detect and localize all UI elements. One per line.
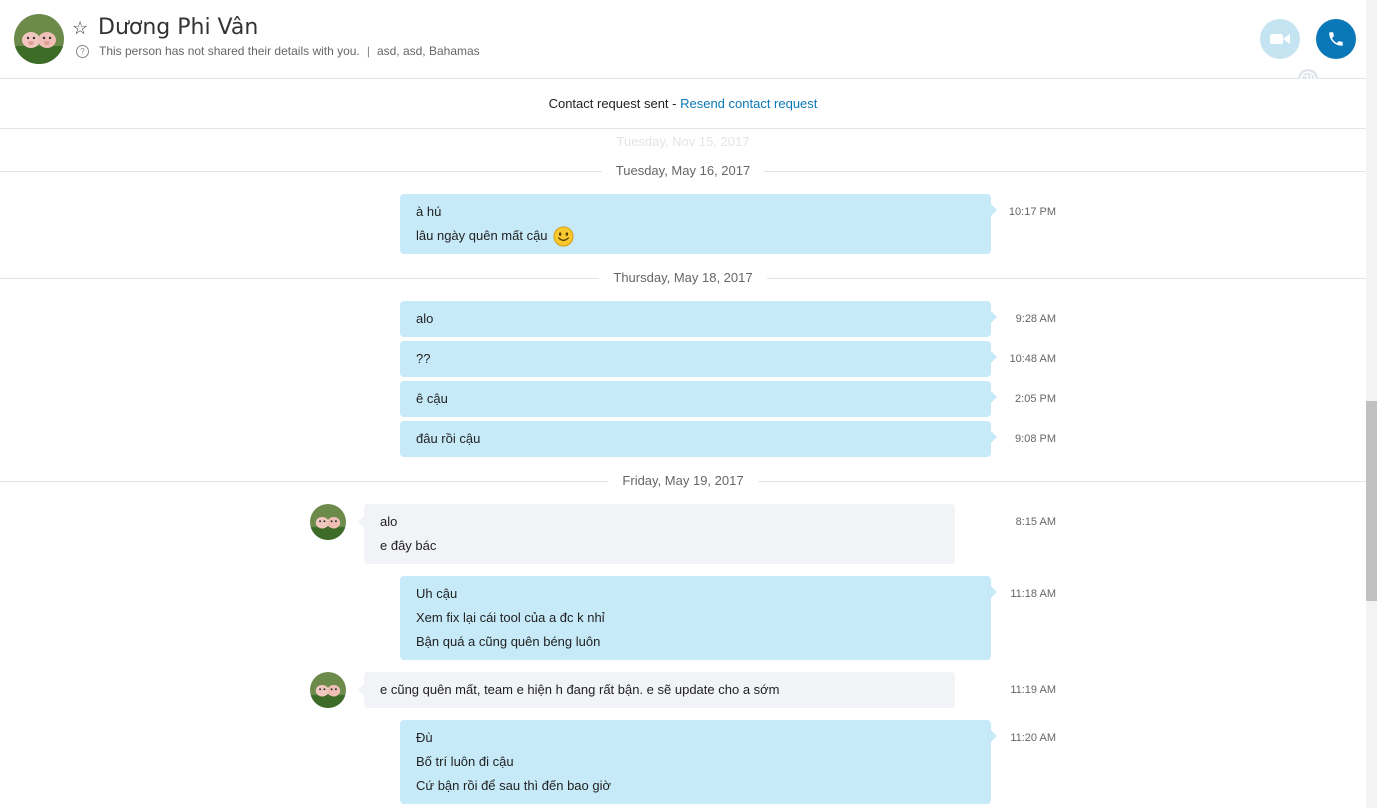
contact-details: ? This person has not shared their detai… [76, 44, 480, 58]
message-time: 11:19 AM [1010, 684, 1056, 696]
date-divider: Thursday, May 18, 2017 [0, 268, 1366, 288]
message-line: alo [380, 514, 398, 529]
date-divider: Tuesday, May 16, 2017 [0, 161, 1366, 181]
outgoing-message[interactable]: ?? [400, 341, 997, 377]
message-line: Cứ bận rồi để sau thì đến bao giờ [416, 778, 612, 793]
date-label: Thursday, May 18, 2017 [599, 268, 767, 288]
message-time: 10:48 AM [1009, 353, 1056, 365]
outgoing-message[interactable]: Đù Bố trí luôn đi cậu Cứ bận rồi để sau … [400, 720, 997, 804]
audio-call-button[interactable] [1316, 19, 1356, 59]
message-time: 8:15 AM [1015, 516, 1056, 528]
contact-location: asd, asd, Bahamas [376, 44, 480, 58]
message-line: Đù [416, 730, 433, 745]
incoming-message[interactable]: alo e đây bác [358, 504, 955, 564]
message-time: 10:17 PM [1008, 206, 1056, 218]
conversation-header: ☆ Dương Phi Vân ? This person has not sh… [0, 0, 1366, 79]
favorite-star-icon[interactable]: ☆ [72, 18, 88, 38]
video-call-button[interactable] [1260, 19, 1300, 59]
message-line: Uh cậu [416, 586, 458, 601]
sender-avatar[interactable] [310, 504, 346, 540]
sender-avatar[interactable] [310, 672, 346, 708]
message-line: e cũng quên mất, team e hiện h đang rất … [380, 682, 780, 697]
outgoing-message[interactable]: à hú lâu ngày quên mất cậu [400, 194, 997, 254]
date-divider: Friday, May 19, 2017 [0, 471, 1366, 491]
details-separator: | [366, 44, 370, 58]
message-line: à hú [416, 204, 442, 219]
contact-request-bar: Contact request sent - Resend contact re… [0, 79, 1366, 129]
outgoing-message[interactable]: ê cậu [400, 381, 997, 417]
contact-avatar[interactable] [14, 14, 64, 64]
request-sent-text: Contact request sent - [548, 96, 681, 111]
video-camera-icon [1270, 34, 1290, 44]
message-line: ê cậu [416, 391, 448, 406]
message-time: 2:05 PM [1015, 393, 1056, 405]
message-time: 11:20 AM [1010, 732, 1056, 744]
outgoing-message[interactable]: đâu rồi cậu [400, 421, 997, 457]
outgoing-message[interactable]: Uh cậu Xem fix lại cái tool của a đc k n… [400, 576, 997, 660]
message-line: e đây bác [380, 538, 437, 553]
contact-name: Dương Phi Vân [98, 15, 259, 40]
phone-icon [1329, 32, 1343, 46]
scrollbar-thumb[interactable] [1366, 401, 1377, 601]
message-time: 9:08 PM [1015, 433, 1056, 445]
message-line: đâu rồi cậu [416, 431, 481, 446]
outgoing-message[interactable]: alo [400, 301, 997, 337]
date-label: Friday, May 19, 2017 [608, 471, 758, 491]
smile-emoticon-icon [553, 226, 574, 247]
question-circle-icon: ? [76, 44, 89, 58]
date-label: Tuesday, May 16, 2017 [601, 161, 765, 181]
message-time: 11:18 AM [1010, 588, 1056, 600]
details-text: This person has not shared their details… [99, 44, 360, 58]
message-line: Bố trí luôn đi cậu [416, 754, 514, 769]
incoming-message[interactable]: e cũng quên mất, team e hiện h đang rất … [358, 672, 955, 708]
faded-previous-date: Tuesday, Nov 15, 2017 [616, 134, 750, 149]
resend-contact-request-link[interactable]: Resend contact request [680, 96, 817, 111]
message-line: ?? [416, 351, 431, 366]
message-line: alo [416, 311, 434, 326]
message-line: Bận quá a cũng quên béng luôn [416, 634, 601, 649]
message-time: 9:28 AM [1015, 313, 1056, 325]
message-line: lâu ngày quên mất cậu [416, 224, 975, 248]
message-line: Xem fix lại cái tool của a đc k nhỉ [416, 610, 605, 625]
